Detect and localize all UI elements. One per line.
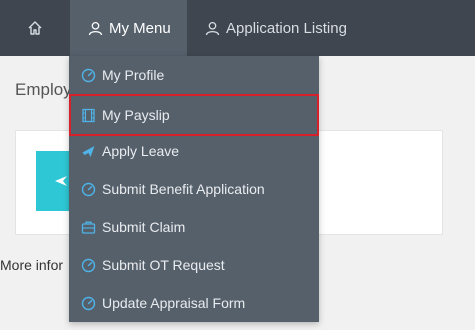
briefcase-icon bbox=[81, 219, 98, 236]
my-menu-dropdown: My Profile My Payslip Apply Leave Submit… bbox=[69, 56, 319, 322]
application-listing-label: Application Listing bbox=[226, 19, 347, 37]
menu-item-submit-benefit-application[interactable]: Submit Benefit Application bbox=[69, 170, 319, 208]
menu-item-my-profile[interactable]: My Profile bbox=[69, 56, 319, 94]
menu-item-submit-ot-request[interactable]: Submit OT Request bbox=[69, 246, 319, 284]
user-icon bbox=[205, 21, 220, 35]
gauge-icon bbox=[81, 257, 98, 274]
menu-item-label: Submit Claim bbox=[102, 219, 186, 235]
nav-tab-my-menu[interactable]: My Menu bbox=[70, 0, 187, 56]
menu-item-label: Update Appraisal Form bbox=[102, 295, 246, 311]
plane-icon bbox=[81, 143, 98, 160]
menu-item-submit-claim[interactable]: Submit Claim bbox=[69, 208, 319, 246]
nav-tab-application-listing[interactable]: Application Listing bbox=[205, 0, 347, 56]
gauge-icon bbox=[81, 295, 98, 312]
film-icon bbox=[81, 107, 98, 124]
nav-home[interactable] bbox=[0, 0, 70, 56]
menu-item-label: Submit Benefit Application bbox=[102, 181, 265, 197]
more-info-text: More infor bbox=[0, 257, 64, 273]
menu-item-label: My Payslip bbox=[102, 107, 170, 123]
menu-item-label: Apply Leave bbox=[102, 143, 180, 159]
home-icon bbox=[28, 21, 42, 35]
menu-item-label: Submit OT Request bbox=[102, 257, 225, 273]
plane-icon bbox=[55, 176, 67, 186]
menu-item-label: My Profile bbox=[102, 67, 165, 83]
menu-item-update-appraisal-form[interactable]: Update Appraisal Form bbox=[69, 284, 319, 322]
menu-item-apply-leave[interactable]: Apply Leave bbox=[69, 132, 319, 170]
my-menu-label: My Menu bbox=[109, 19, 171, 37]
page-heading: Employ bbox=[15, 80, 72, 99]
gauge-icon bbox=[81, 67, 98, 84]
gauge-icon bbox=[81, 181, 98, 198]
user-icon bbox=[88, 21, 103, 35]
menu-item-my-payslip[interactable]: My Payslip bbox=[69, 94, 319, 136]
top-nav-bar: My Menu Application Listing bbox=[0, 0, 475, 56]
